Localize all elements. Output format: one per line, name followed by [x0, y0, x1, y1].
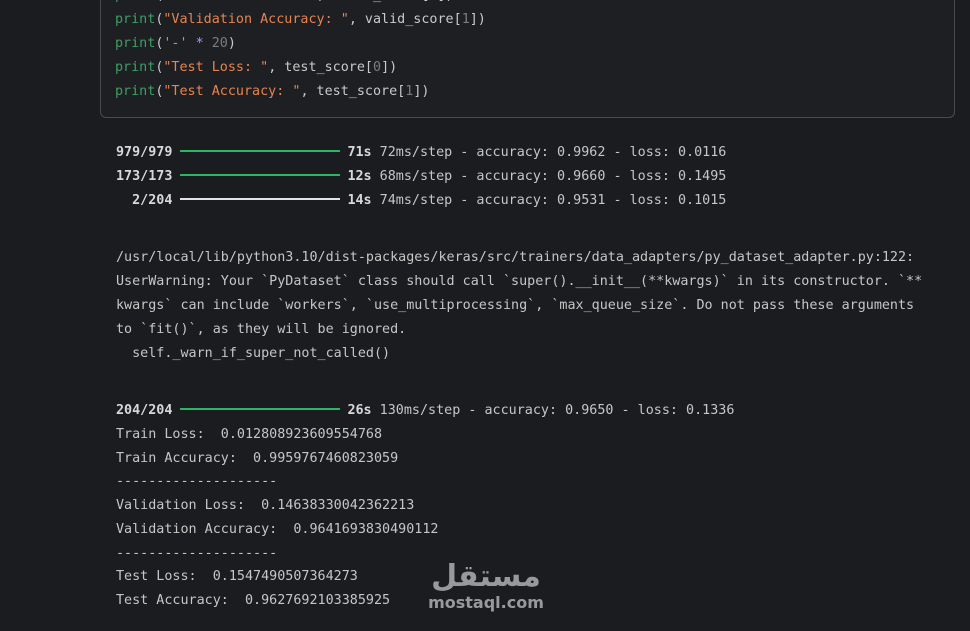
code-token: '-' [163, 36, 188, 51]
result-line: Train Accuracy: 0.9959767460823059 [116, 450, 399, 466]
progress-bar [180, 198, 341, 200]
progress-bar [180, 150, 341, 152]
result-line: -------------------- [116, 545, 278, 561]
warning-line: /usr/local/lib/python3.10/dist-packages/… [116, 250, 915, 265]
code-token: "Test Accuracy: " [163, 84, 301, 99]
code-cell[interactable]: print("Validation Loss: ", valid_score[0… [100, 0, 955, 118]
code-token: 0 [373, 60, 382, 75]
code-token: ]) [413, 84, 430, 99]
result-line: Test Loss: 0.1547490507364273 [116, 569, 358, 585]
progress-line: 173/173 12s 68ms/step - accuracy: 0.9660 … [116, 168, 726, 186]
code-token: 0 [429, 0, 437, 3]
progress-line: 2/204 14s 74ms/step - accuracy: 0.9531 - … [116, 192, 726, 210]
code-line: print('-' * 20) [115, 35, 236, 53]
code-token: * [195, 36, 204, 51]
code-token: ) [227, 36, 236, 51]
progress-metrics: 130ms/step - accuracy: 0.9650 - loss: 0.… [371, 403, 735, 418]
code-token: ]) [438, 0, 454, 3]
progress-time: 26s [347, 403, 372, 418]
code-token: , valid_score[ [317, 0, 430, 3]
progress-metrics: 72ms/step - accuracy: 0.9962 - loss: 0.0… [371, 145, 727, 160]
result-line: Validation Accuracy: 0.9641693830490112 [116, 521, 439, 537]
progress-line: 204/204 26s 130ms/step - accuracy: 0.9650… [116, 402, 734, 420]
progress-time: 71s [347, 145, 372, 160]
result-line: Test Accuracy: 0.9627692103385925 [116, 592, 391, 608]
code-token: print [115, 0, 155, 3]
code-token: , test_score[ [268, 60, 373, 75]
code-token: ]) [381, 60, 398, 75]
progress-bar [180, 174, 341, 176]
warning-line: kwargs` can include `workers`, `use_mult… [116, 298, 915, 313]
progress-step: 979/979 [116, 145, 173, 160]
progress-step: 204/204 [116, 403, 173, 418]
mostaql-watermark: مستقل mostaql.com [424, 560, 548, 616]
warning-line: to `fit()`, as they will be ignored. [116, 322, 407, 337]
code-token: ]) [469, 12, 486, 27]
code-line: print("Validation Loss: ", valid_score[0… [115, 0, 454, 5]
code-token: , test_score[ [300, 84, 406, 99]
code-token: print [115, 36, 156, 51]
progress-bar [180, 408, 341, 410]
code-line: print("Validation Accuracy: ", valid_sco… [115, 11, 486, 29]
code-token: print [115, 60, 156, 75]
code-token: print [115, 12, 156, 27]
watermark-arabic: مستقل [431, 559, 541, 594]
progress-metrics: 68ms/step - accuracy: 0.9660 - loss: 0.1… [371, 169, 727, 184]
code-token: print [115, 84, 156, 99]
warning-line: self._warn_if_super_not_called() [116, 346, 391, 361]
progress-step: 173/173 [116, 169, 173, 184]
watermark-latin: mostaql.com [428, 593, 544, 612]
code-token: 20 [211, 36, 228, 51]
code-token: "Test Loss: " [163, 60, 269, 75]
result-line: Validation Loss: 0.14638330042362213 [116, 498, 415, 514]
progress-time: 14s [347, 193, 372, 208]
progress-line: 979/979 71s 72ms/step - accuracy: 0.9962 … [116, 144, 726, 162]
code-line: print("Test Loss: ", test_score[0]) [115, 59, 397, 77]
code-token: , valid_score[ [348, 12, 462, 27]
code-token: 1 [461, 12, 470, 27]
result-line: Train Loss: 0.012808923609554768 [116, 427, 383, 442]
code-token: "Validation Loss: " [163, 0, 316, 3]
warning-line: UserWarning: Your `PyDataset` class shou… [116, 274, 923, 289]
code-token: "Validation Accuracy: " [163, 12, 349, 27]
progress-metrics: 74ms/step - accuracy: 0.9531 - loss: 0.1… [371, 193, 727, 208]
result-line: -------------------- [116, 474, 278, 490]
code-line: print("Test Accuracy: ", test_score[1]) [115, 83, 429, 101]
progress-step: 2/204 [116, 193, 173, 208]
progress-time: 12s [347, 169, 372, 184]
